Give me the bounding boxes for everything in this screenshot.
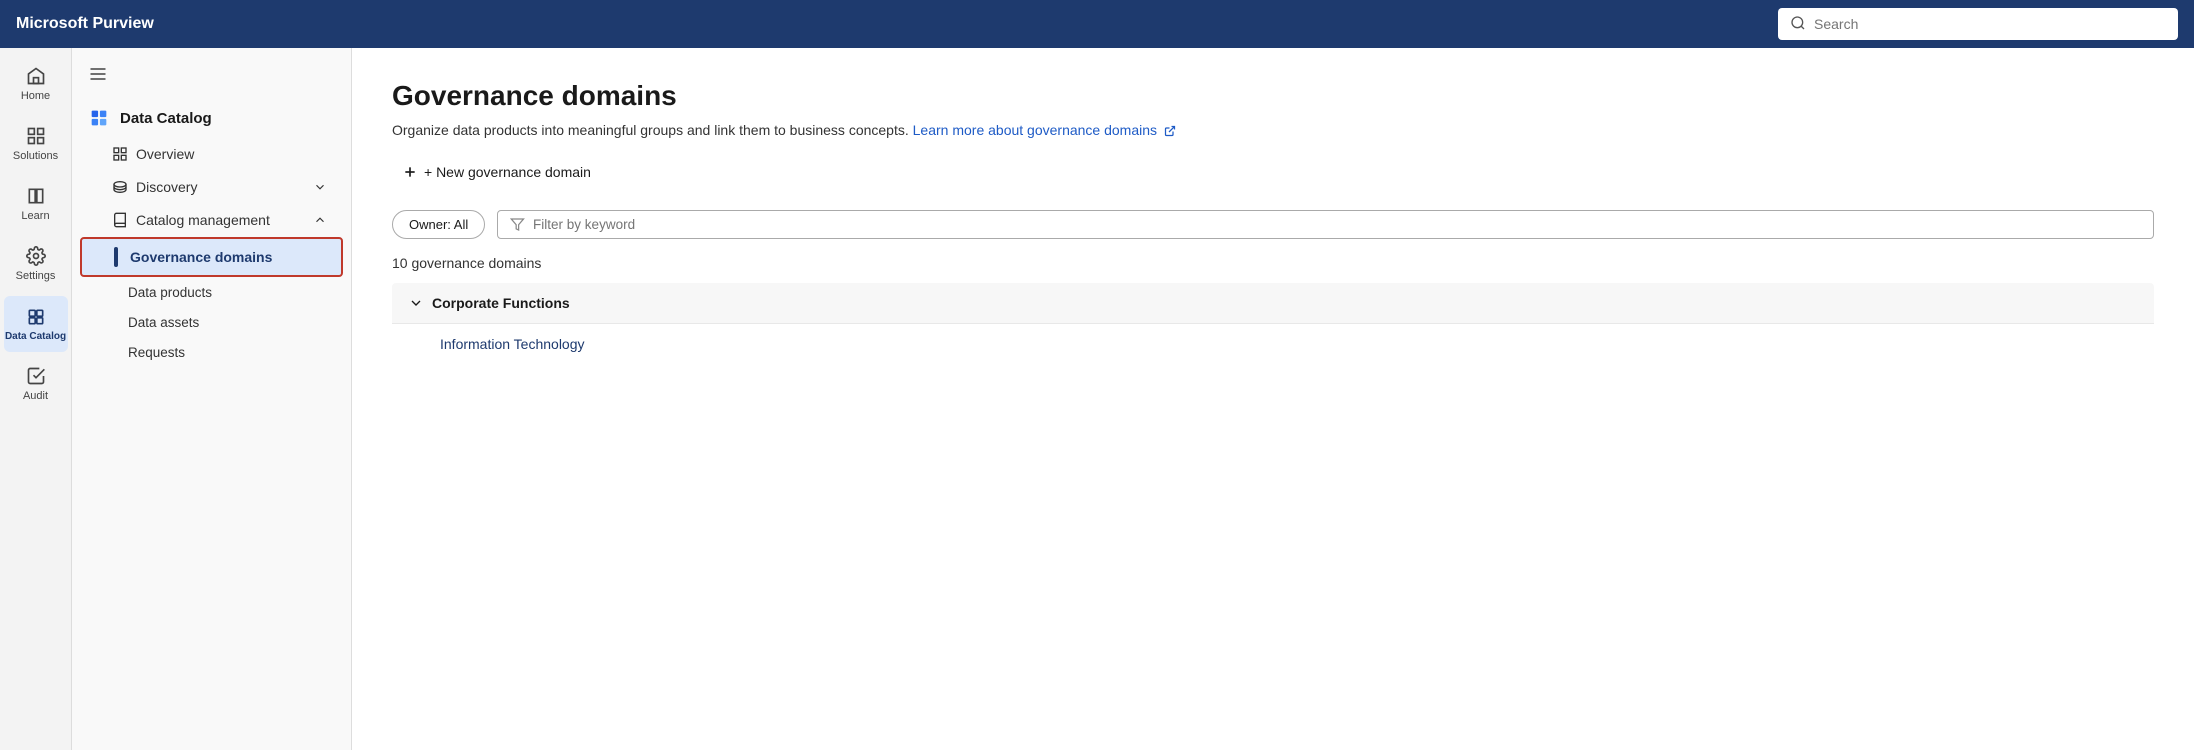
chevron-up-icon [313,213,327,227]
sidebar-item-data-products[interactable]: Data products [80,278,343,307]
catalog-mgmt-icon [112,212,128,228]
audit-icon [26,366,46,386]
app-title: Microsoft Purview [16,15,1778,33]
chevron-down-icon [313,180,327,194]
nav-item-audit[interactable]: Audit [4,356,68,412]
gear-icon [26,246,46,266]
sidebar-item-requests[interactable]: Requests [80,338,343,367]
new-governance-domain-button[interactable]: + New governance domain [392,158,601,186]
keyword-filter-input[interactable] [533,217,2141,232]
sidebar-item-catalog-management[interactable]: Catalog management [80,204,343,236]
sidebar-item-data-assets[interactable]: Data assets [80,308,343,337]
main-content: Governance domains Organize data product… [352,48,2194,750]
search-input[interactable] [1814,16,2166,32]
sidebar-item-discovery[interactable]: Discovery [80,171,343,203]
main-layout: Home Solutions Learn Settings [0,48,2194,750]
hamburger-menu[interactable] [72,60,351,99]
nav-item-settings[interactable]: Settings [4,236,68,292]
active-indicator [114,247,118,267]
domain-count: 10 governance domains [392,255,2154,271]
sidebar-item-governance-domains[interactable]: Governance domains [80,237,343,277]
hamburger-icon [88,64,108,84]
nav-item-solutions[interactable]: Solutions [4,116,68,172]
learn-more-link[interactable]: Learn more about governance domains [913,122,1176,138]
sidebar-section-data-catalog[interactable]: Data Catalog [72,99,351,137]
sidebar-item-overview[interactable]: Overview [80,138,343,170]
domain-group-corporate-functions: Corporate Functions Information Technolo… [392,283,2154,364]
grid-icon [26,126,46,146]
chevron-down-domain-icon [408,295,424,311]
page-description: Organize data products into meaningful g… [392,122,2154,138]
nav-item-learn[interactable]: Learn [4,176,68,232]
search-bar[interactable] [1778,8,2178,40]
owner-filter-button[interactable]: Owner: All [392,210,485,239]
home-icon [26,66,46,86]
filter-icon [510,217,525,232]
nav-item-data-catalog[interactable]: Data Catalog [4,296,68,352]
keyword-filter[interactable] [497,210,2154,239]
domain-group-header[interactable]: Corporate Functions [392,283,2154,323]
plus-icon [402,164,418,180]
book-icon [26,186,46,206]
icon-nav: Home Solutions Learn Settings [0,48,72,750]
topbar: Microsoft Purview [0,0,2194,48]
external-link-icon [1164,125,1176,137]
nav-item-home[interactable]: Home [4,56,68,112]
search-icon [1790,15,1806,34]
overview-icon [112,146,128,162]
filter-row: Owner: All [392,210,2154,239]
data-catalog-section-icon [88,107,110,129]
domain-sub-item-information-technology[interactable]: Information Technology [392,323,2154,364]
sidebar: Data Catalog Overview Discovery [72,48,352,750]
discovery-icon [112,179,128,195]
page-title: Governance domains [392,80,2154,112]
catalog-icon [26,307,46,327]
